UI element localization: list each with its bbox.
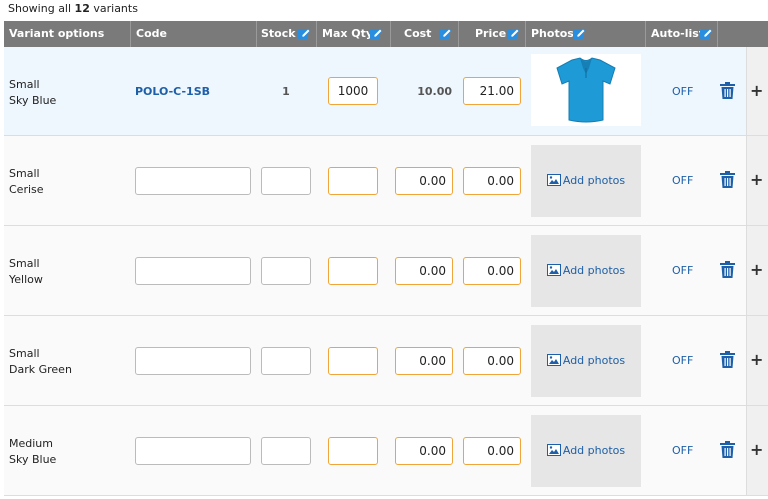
header-code: Code bbox=[131, 21, 257, 47]
add-variant-icon[interactable]: + bbox=[750, 260, 763, 279]
edit-icon[interactable] bbox=[699, 27, 713, 40]
variant-code-link[interactable]: POLO-C-1SB bbox=[135, 85, 210, 98]
code-input[interactable] bbox=[135, 167, 251, 195]
polo-shirt-image bbox=[556, 57, 616, 123]
variant-count: 12 bbox=[74, 2, 90, 15]
auto-list-toggle[interactable]: OFF bbox=[672, 354, 693, 367]
trash-icon[interactable] bbox=[720, 351, 735, 368]
edit-icon[interactable] bbox=[438, 27, 452, 40]
trash-icon[interactable] bbox=[720, 82, 735, 99]
header-stock: Stock bbox=[257, 21, 317, 47]
add-variant-icon[interactable]: + bbox=[750, 81, 763, 100]
edit-icon[interactable] bbox=[506, 27, 520, 40]
image-icon bbox=[546, 264, 561, 276]
variant-options: Small Cerise bbox=[9, 167, 44, 196]
stock-input[interactable] bbox=[261, 167, 311, 195]
add-variant-icon[interactable]: + bbox=[750, 170, 763, 189]
photo-dropzone[interactable]: Add photos bbox=[531, 325, 641, 397]
max-qty-input[interactable] bbox=[328, 167, 378, 195]
stock-input[interactable] bbox=[261, 257, 311, 285]
max-qty-input[interactable] bbox=[328, 77, 378, 105]
image-icon bbox=[546, 444, 561, 456]
price-input[interactable] bbox=[463, 437, 521, 465]
variant-options: Small Yellow bbox=[9, 257, 43, 286]
stock-input[interactable] bbox=[261, 437, 311, 465]
auto-list-toggle[interactable]: OFF bbox=[672, 444, 693, 457]
add-photos-button[interactable]: Add photos bbox=[531, 264, 641, 277]
trash-icon[interactable] bbox=[720, 171, 735, 188]
header-actions bbox=[718, 21, 768, 47]
price-input[interactable] bbox=[463, 77, 521, 105]
photo-dropzone[interactable]: Add photos bbox=[531, 145, 641, 217]
cost-input[interactable] bbox=[395, 347, 453, 375]
auto-list-toggle[interactable]: OFF bbox=[672, 85, 693, 98]
code-input[interactable] bbox=[135, 437, 251, 465]
add-photos-button[interactable]: Add photos bbox=[531, 444, 641, 457]
add-variant-icon[interactable]: + bbox=[750, 440, 763, 459]
max-qty-input[interactable] bbox=[328, 347, 378, 375]
max-qty-input[interactable] bbox=[328, 257, 378, 285]
variants-table: Variant options Code Stock Max Qty Cost … bbox=[4, 21, 768, 496]
cost-value: 10.00 bbox=[417, 85, 452, 98]
header-photos: Photos bbox=[526, 21, 646, 47]
table-header: Variant options Code Stock Max Qty Cost … bbox=[4, 21, 768, 47]
image-icon bbox=[546, 354, 561, 366]
header-max-qty: Max Qty bbox=[317, 21, 391, 47]
stock-input[interactable] bbox=[261, 347, 311, 375]
variant-options: Small Dark Green bbox=[9, 347, 72, 376]
auto-list-toggle[interactable]: OFF bbox=[672, 174, 693, 187]
price-input[interactable] bbox=[463, 257, 521, 285]
code-input[interactable] bbox=[135, 347, 251, 375]
trash-icon[interactable] bbox=[720, 261, 735, 278]
header-variant-options: Variant options bbox=[4, 21, 131, 47]
cost-input[interactable] bbox=[395, 437, 453, 465]
variant-options: Small Sky Blue bbox=[9, 78, 57, 107]
table-row: Small Yellow Add photos OFF + bbox=[4, 226, 768, 316]
edit-icon[interactable] bbox=[572, 27, 586, 40]
table-row: Small Cerise Add photos OFF + bbox=[4, 136, 768, 226]
photo-dropzone[interactable]: Add photos bbox=[531, 415, 641, 487]
table-row: Medium Sky Blue Add photos OFF + bbox=[4, 406, 768, 496]
table-row: Small Sky Blue POLO-C-1SB 1 10.00 OFF + bbox=[4, 47, 768, 136]
variant-options: Medium Sky Blue bbox=[9, 437, 57, 466]
product-photo[interactable] bbox=[531, 54, 641, 126]
table-row: Small Dark Green Add photos OFF + bbox=[4, 316, 768, 406]
cost-input[interactable] bbox=[395, 167, 453, 195]
price-input[interactable] bbox=[463, 167, 521, 195]
photo-dropzone[interactable]: Add photos bbox=[531, 235, 641, 307]
code-input[interactable] bbox=[135, 257, 251, 285]
header-auto-list: Auto-list bbox=[646, 21, 718, 47]
max-qty-input[interactable] bbox=[328, 437, 378, 465]
header-cost: Cost bbox=[391, 21, 459, 47]
stock-value: 1 bbox=[282, 85, 290, 98]
edit-icon[interactable] bbox=[297, 27, 311, 40]
image-icon bbox=[546, 174, 561, 186]
header-price: Price bbox=[459, 21, 526, 47]
edit-icon[interactable] bbox=[369, 27, 383, 40]
auto-list-toggle[interactable]: OFF bbox=[672, 264, 693, 277]
add-photos-button[interactable]: Add photos bbox=[531, 354, 641, 367]
price-input[interactable] bbox=[463, 347, 521, 375]
cost-input[interactable] bbox=[395, 257, 453, 285]
add-photos-button[interactable]: Add photos bbox=[531, 174, 641, 187]
variant-count-text: Showing all 12 variants bbox=[8, 2, 138, 15]
add-variant-icon[interactable]: + bbox=[750, 350, 763, 369]
trash-icon[interactable] bbox=[720, 441, 735, 458]
